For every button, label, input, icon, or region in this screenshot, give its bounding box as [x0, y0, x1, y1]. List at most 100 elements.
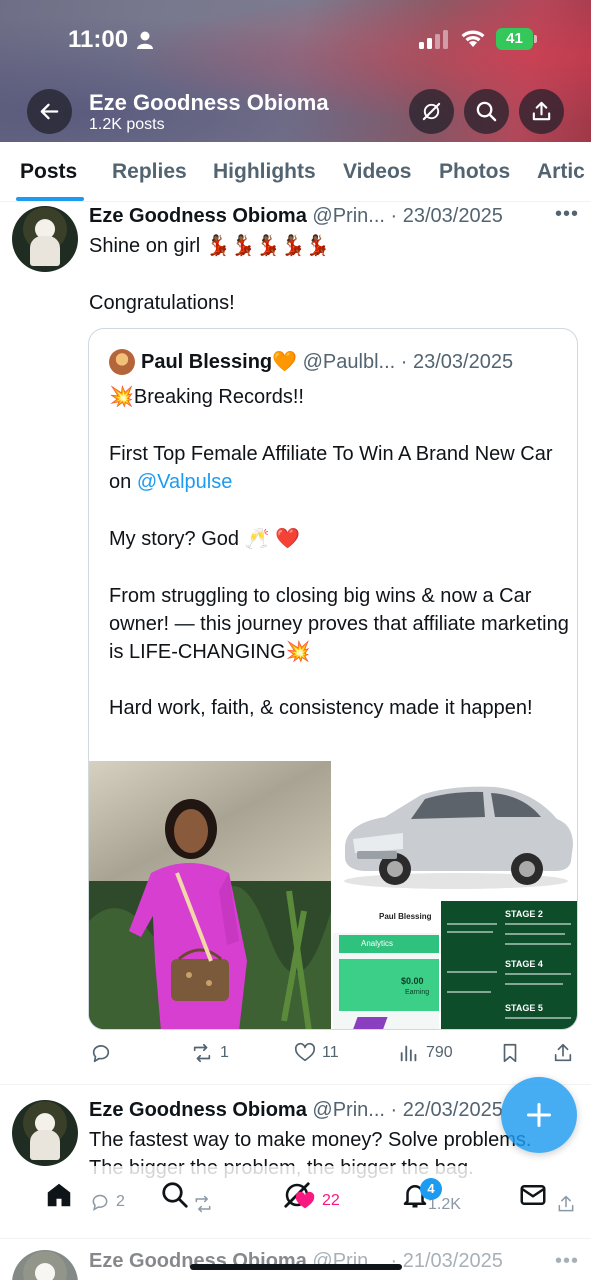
active-tab-indicator — [16, 197, 84, 201]
repost-icon — [193, 1043, 211, 1063]
avatar[interactable] — [12, 1250, 78, 1280]
share-icon — [532, 101, 551, 121]
tab-highlights[interactable]: Highlights — [213, 160, 316, 184]
share-icon[interactable] — [556, 1194, 576, 1214]
avatar[interactable] — [12, 206, 78, 272]
profile-name: Eze Goodness Obioma — [89, 90, 329, 115]
author-handle[interactable]: @Prin... — [312, 205, 385, 227]
stage-label: STAGE 5 — [505, 1003, 543, 1013]
search-icon — [476, 101, 497, 122]
photo-car-collage[interactable]: Paul Blessing Analytics $0.00 Earning ST… — [333, 761, 577, 1029]
status-time: 11:00 — [68, 26, 129, 53]
repost-icon[interactable] — [192, 1194, 214, 1214]
compose-post-button[interactable] — [501, 1077, 577, 1153]
heart-filled-icon — [295, 1191, 315, 1209]
author-name[interactable]: Eze Goodness Obioma — [89, 205, 307, 227]
bookmark-icon — [503, 1043, 517, 1063]
reply-count: 2 — [116, 1193, 125, 1210]
tab-videos[interactable]: Videos — [343, 160, 411, 184]
tweet-header: Eze Goodness Obioma @Prin... · 23/03/202… — [89, 205, 503, 228]
quoted-author-handle: @Paulbl... — [302, 351, 396, 373]
photo-woman[interactable] — [89, 761, 331, 1029]
dashboard-tab: Analytics — [361, 939, 394, 948]
quoted-text: From struggling to closing big wins & no… — [109, 585, 569, 663]
grok-icon — [422, 102, 441, 121]
quoted-text: First Top Female Affiliate To Win A Bran… — [109, 443, 553, 493]
arrow-left-icon — [40, 103, 59, 120]
views-chart-icon — [400, 1045, 417, 1062]
tab-posts[interactable]: Posts — [20, 160, 77, 184]
share-icon — [554, 1043, 572, 1062]
quoted-header: Paul Blessing🧡 @Paulbl... · 23/03/2025 — [141, 349, 513, 374]
tweet-text: Shine on girl 💃🏾💃🏾💃🏾💃🏾💃🏾 — [89, 235, 331, 257]
quoted-author-name: Paul Blessing — [141, 351, 273, 373]
reply-button[interactable] — [90, 1040, 112, 1066]
quoted-date: · 23/03/2025 — [400, 351, 514, 373]
tweet-date: · 21/03/2025 — [390, 1250, 503, 1272]
stage-label: STAGE 2 — [505, 909, 543, 919]
tweet-date: · 22/03/2025 — [390, 1099, 503, 1121]
posts-count: 1.2K posts — [89, 116, 165, 133]
heart-badge-icon: 🧡 — [272, 351, 298, 373]
quoted-text: 💥Breaking Records!! — [109, 386, 304, 408]
notification-badge: 4 — [420, 1178, 442, 1200]
car-illustration — [333, 761, 577, 901]
wifi-icon — [461, 30, 485, 47]
reply-button[interactable]: 2 — [90, 1192, 125, 1212]
more-options-icon[interactable]: ••• — [555, 203, 579, 226]
bookmark-button[interactable] — [499, 1040, 521, 1066]
profile-tabs: Posts Replies Highlights Videos Photos A… — [0, 142, 591, 202]
stage-label: STAGE 4 — [505, 959, 543, 969]
author-name[interactable]: Eze Goodness Obioma — [89, 1099, 307, 1121]
stages-screenshot: STAGE 2 STAGE 4 STAGE 5 — [441, 901, 577, 1029]
home-indicator[interactable] — [190, 1264, 402, 1270]
tweet-header: Eze Goodness Obioma @Prin... · 22/03/202… — [89, 1099, 503, 1122]
tweet-actions: 1 11 790 — [88, 1040, 578, 1070]
battery-indicator: 41 — [496, 28, 538, 50]
quoted-text: Hard work, faith, & consistency made it … — [109, 697, 533, 719]
repost-button[interactable]: 1 — [190, 1040, 229, 1066]
quoted-text: My story? God 🥂 ❤️ — [109, 528, 300, 550]
mention-link[interactable]: @Valpulse — [137, 471, 233, 493]
tab-photos[interactable]: Photos — [439, 160, 510, 184]
share-profile-button[interactable] — [519, 89, 564, 134]
repost-count: 1 — [220, 1044, 229, 1061]
back-button[interactable] — [27, 89, 72, 134]
messages-envelope-icon[interactable] — [518, 1180, 548, 1210]
bottom-navigation: 2 22 1.2K — [0, 1166, 591, 1236]
search-nav-icon[interactable] — [160, 1180, 190, 1210]
views-button[interactable]: 790 — [398, 1040, 453, 1066]
like-count: 22 — [322, 1192, 340, 1209]
grok-button[interactable] — [409, 89, 454, 134]
author-handle[interactable]: @Prin... — [312, 1099, 385, 1121]
like-count: 11 — [322, 1044, 339, 1061]
tweet-date: · 23/03/2025 — [390, 205, 503, 227]
view-count: 790 — [426, 1044, 453, 1061]
like-button[interactable]: 22 — [294, 1190, 340, 1212]
plus-icon — [526, 1102, 552, 1128]
cellular-signal-icon — [419, 30, 448, 49]
heart-icon — [294, 1042, 316, 1062]
reply-icon — [92, 1045, 110, 1063]
home-icon[interactable] — [44, 1180, 74, 1210]
share-button[interactable] — [552, 1040, 574, 1066]
battery-level: 41 — [506, 30, 523, 47]
photo-illustration — [89, 761, 331, 1029]
earning-label: Earning — [405, 989, 430, 996]
tweet-divider — [0, 1084, 591, 1085]
search-button[interactable] — [464, 89, 509, 134]
quoted-avatar — [109, 349, 135, 375]
tweet-text: Congratulations! — [89, 292, 235, 314]
earning-amount: $0.00 — [401, 976, 424, 986]
tab-articles[interactable]: Artic — [537, 160, 585, 184]
tweet-divider — [0, 1238, 591, 1239]
more-options-icon[interactable]: ••• — [555, 1250, 579, 1273]
tab-replies[interactable]: Replies — [112, 160, 187, 184]
person-icon — [137, 31, 153, 49]
quoted-tweet[interactable]: Paul Blessing🧡 @Paulbl... · 23/03/2025 💥… — [88, 328, 578, 1030]
like-button[interactable]: 11 — [294, 1040, 339, 1066]
avatar[interactable] — [12, 1100, 78, 1166]
dashboard-user: Paul Blessing — [379, 912, 432, 921]
reply-icon — [92, 1194, 108, 1212]
dashboard-screenshot: Paul Blessing Analytics $0.00 Earning — [333, 901, 439, 1029]
